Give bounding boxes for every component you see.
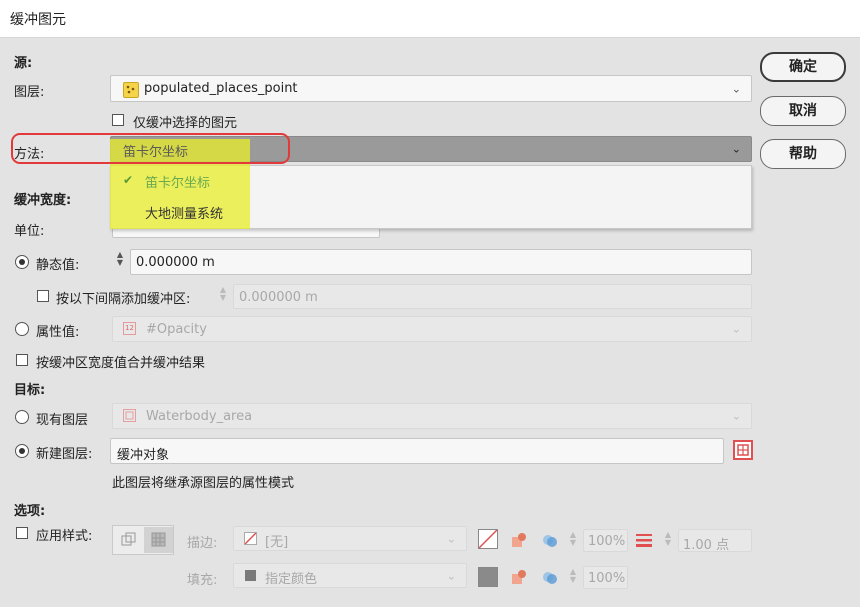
chevron-down-icon: ⌄	[731, 142, 741, 156]
fill-label: 填充:	[187, 573, 218, 588]
attribute-value: #Opacity	[146, 322, 207, 337]
stroke-value: [无]	[265, 535, 289, 550]
selected-only-label: 仅缓冲选择的图元	[133, 116, 238, 131]
selected-only-checkbox[interactable]	[112, 114, 124, 126]
transparency-icon[interactable]	[541, 532, 559, 548]
stroke-select[interactable]: [无] ⌄	[233, 526, 467, 551]
overprint-icon[interactable]	[511, 532, 527, 548]
stroke-width-stepper[interactable]: ▲ ▼	[663, 531, 673, 547]
stroke-width-input[interactable]: 1.00 点	[678, 529, 752, 553]
point-layer-icon	[123, 82, 139, 98]
chevron-down-icon: ⌄	[731, 82, 741, 95]
interval-label: 按以下间隔添加缓冲区:	[56, 292, 191, 307]
stroke-swatch-none-icon[interactable]	[478, 529, 498, 549]
chevron-down-icon: ⌄	[446, 532, 456, 545]
new-layer-radio[interactable]	[15, 444, 29, 458]
new-layer-value: 缓冲对象	[117, 448, 170, 463]
stroke-opacity-stepper[interactable]: ▲ ▼	[568, 531, 578, 547]
static-value-input[interactable]: 0.000000 m	[130, 249, 752, 275]
interval-checkbox[interactable]	[37, 290, 49, 302]
chevron-down-icon: ⌄	[731, 409, 741, 423]
stroke-opacity: 100%	[588, 534, 626, 549]
fill-opacity-input[interactable]: 100%	[583, 566, 628, 589]
new-layer-input[interactable]: 缓冲对象	[110, 438, 724, 464]
apply-style-label: 应用样式:	[36, 529, 93, 544]
fill-select[interactable]: 指定颜色 ⌄	[233, 563, 467, 588]
color-square-icon	[245, 570, 256, 581]
help-button[interactable]: 帮助	[760, 139, 846, 169]
fill-opacity: 100%	[588, 571, 626, 586]
check-icon: ✔	[123, 173, 134, 187]
method-option-label: 笛卡尔坐标	[145, 176, 211, 191]
target-heading: 目标:	[14, 383, 46, 398]
method-option-cartesian[interactable]: ✔ 笛卡尔坐标	[112, 167, 750, 195]
merge-label: 按缓冲区宽度值合并缓冲结果	[36, 356, 206, 371]
attribute-value-label: 属性值:	[36, 325, 80, 340]
layer-type-icon[interactable]	[733, 440, 753, 460]
layer-value: populated_places_point	[144, 81, 298, 96]
buffer-width-heading: 缓冲宽度:	[14, 193, 72, 208]
existing-layer-select[interactable]: Waterbody_area ⌄	[112, 403, 752, 429]
merge-checkbox[interactable]	[16, 354, 28, 366]
existing-layer-value: Waterbody_area	[146, 409, 253, 424]
chevron-down-icon: ⌄	[731, 322, 741, 336]
stroke-opacity-input[interactable]: 100%	[583, 529, 628, 552]
options-heading: 选项:	[14, 504, 46, 519]
chevron-down-icon: ⌄	[446, 569, 456, 582]
source-heading: 源:	[14, 56, 33, 71]
static-value: 0.000000 m	[136, 255, 215, 270]
stroke-label: 描边:	[187, 536, 218, 551]
interval-input[interactable]: 0.000000 m	[233, 284, 752, 309]
existing-layer-radio[interactable]	[15, 410, 29, 424]
red-annotation-box	[11, 133, 290, 164]
title-bar: 缓冲图元	[0, 0, 860, 38]
fill-value: 指定颜色	[265, 572, 318, 587]
number-field-icon: 12	[123, 322, 136, 335]
style-fill-toggle-icon[interactable]	[144, 527, 173, 553]
method-option-geodesic[interactable]: 大地测量系统	[112, 198, 750, 226]
transparency-icon[interactable]	[541, 569, 559, 585]
method-option-label: 大地测量系统	[145, 207, 224, 222]
overprint-icon[interactable]	[511, 569, 527, 585]
stroke-weight-icon[interactable]	[636, 533, 652, 547]
static-value-label: 静态值:	[36, 258, 80, 273]
layer-select[interactable]: populated_places_point ⌄	[110, 75, 752, 102]
layer-label: 图层:	[14, 85, 45, 100]
unit-label: 单位:	[14, 224, 45, 239]
interval-stepper[interactable]: ▲ ▼	[218, 286, 228, 302]
apply-style-checkbox[interactable]	[16, 527, 28, 539]
no-color-icon	[244, 532, 257, 545]
style-stroke-toggle-icon[interactable]	[114, 527, 143, 553]
area-layer-icon	[123, 409, 136, 422]
attribute-select[interactable]: 12 #Opacity ⌄	[112, 316, 752, 342]
interval-value: 0.000000 m	[239, 290, 318, 305]
fill-swatch-icon[interactable]	[478, 567, 498, 587]
static-value-radio[interactable]	[15, 255, 29, 269]
fill-opacity-stepper[interactable]: ▲ ▼	[568, 568, 578, 584]
cancel-button[interactable]: 取消	[760, 96, 846, 126]
new-layer-label: 新建图层:	[36, 447, 93, 462]
window-title: 缓冲图元	[10, 12, 66, 28]
ok-button[interactable]: 确定	[760, 52, 846, 82]
style-target-toggle	[112, 525, 174, 555]
stroke-width: 1.00 点	[683, 538, 730, 553]
attribute-value-radio[interactable]	[15, 322, 29, 336]
inherit-note: 此图层将继承源图层的属性模式	[112, 476, 295, 491]
static-value-stepper[interactable]: ▲ ▼	[115, 251, 125, 267]
existing-layer-label: 现有图层	[36, 413, 89, 428]
